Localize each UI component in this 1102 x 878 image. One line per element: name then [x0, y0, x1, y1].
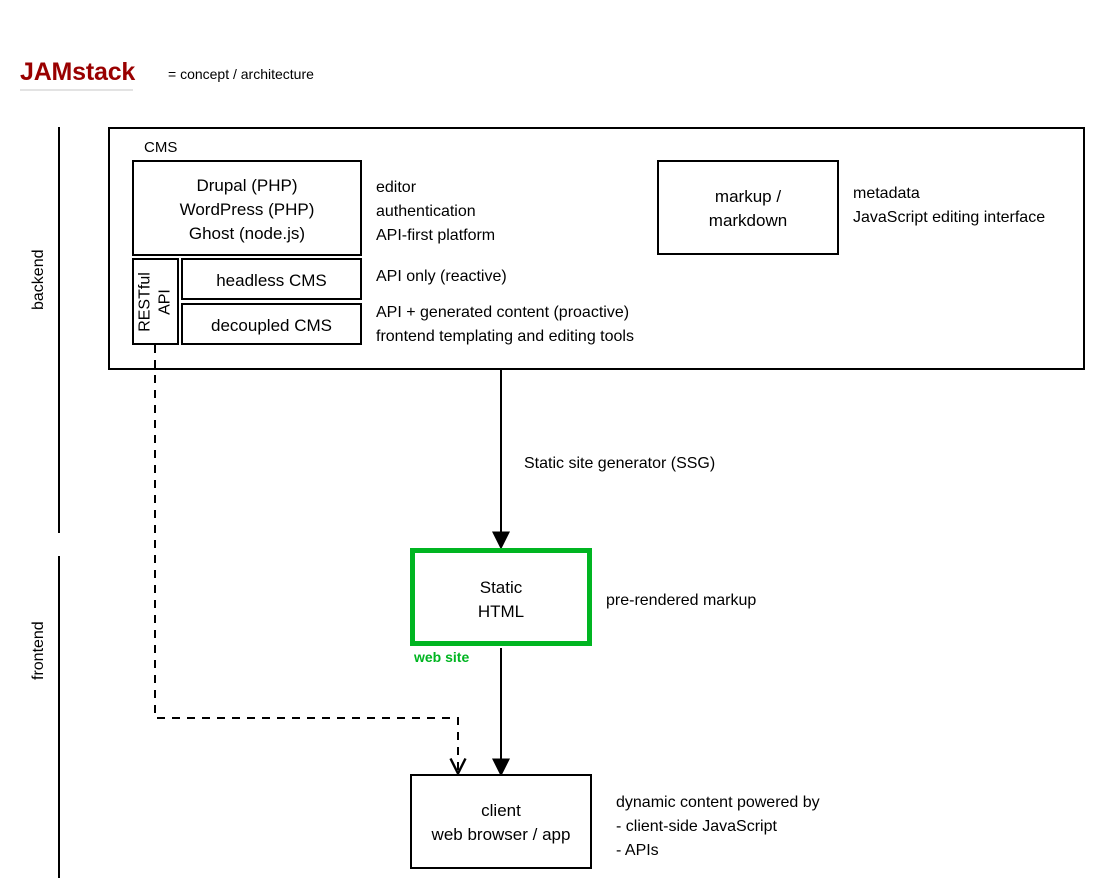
ssg-arrow-label: Static site generator (SSG) [524, 455, 716, 472]
client-box: client web browser / app [410, 774, 592, 869]
static-html-box: Static HTML [410, 548, 592, 646]
connector-layer [154, 345, 510, 777]
client-label: client web browser / app [431, 801, 571, 844]
web-site-caption: web site [414, 649, 470, 665]
diagram-canvas: JAMstack = concept / architecture backen… [0, 0, 1102, 878]
client-note: dynamic content powered by - client-side… [616, 794, 820, 859]
static-html-label: Static HTML [477, 578, 525, 621]
static-html-note: pre-rendered markup [606, 592, 757, 609]
